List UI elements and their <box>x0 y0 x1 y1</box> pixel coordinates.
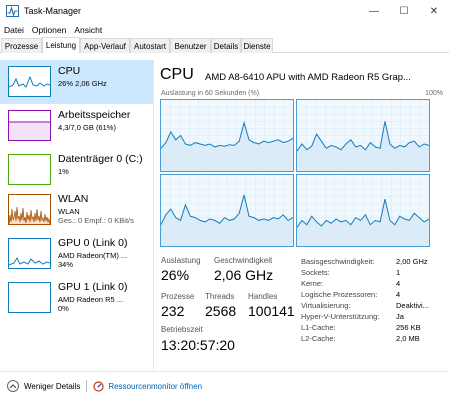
cpu-detail-pane: CPU AMD A8-6410 APU with AMD Radeon R5 G… <box>155 60 449 370</box>
sidebar-item-detail: 0% <box>58 304 69 313</box>
uptime-value: 13:20:57:20 <box>161 337 235 353</box>
speed-label: Geschwindigkeit <box>214 256 273 265</box>
tab-details[interactable]: Details <box>211 38 241 53</box>
cpu-model-name: AMD A8-6410 APU with AMD Radeon R5 Grap.… <box>205 72 411 83</box>
tab-performance[interactable]: Leistung <box>42 37 80 53</box>
info-value: 256 KB <box>396 323 421 332</box>
sidebar-item-disk[interactable]: Datenträger 0 (C:) 1% <box>0 148 153 192</box>
sidebar-item-gpu0[interactable]: GPU 0 (Link 0) AMD Radeon(TM) ... 34% <box>0 232 153 276</box>
processes-value: 232 <box>161 303 185 319</box>
page-title: CPU <box>160 66 194 83</box>
core-graph-2-svg <box>297 100 429 171</box>
graph-max-label: 100% <box>425 90 443 97</box>
core-graph-3-svg <box>161 175 293 246</box>
resource-monitor-label: Ressourcenmonitor öffnen <box>108 381 203 391</box>
info-label: Virtualisierung: <box>301 301 351 310</box>
sidebar-item-detail: 26% 2,06 GHz <box>58 79 107 88</box>
core-graph-3 <box>160 174 294 247</box>
info-value: 2,00 GHz <box>396 257 428 266</box>
memory-thumbnail <box>8 110 51 141</box>
footer-divider <box>86 380 88 392</box>
sidebar-item-label: WLAN <box>58 193 89 205</box>
sidebar-item-label: Arbeitsspeicher <box>58 109 131 121</box>
info-value: 1 <box>396 268 401 277</box>
sidebar-item-detail: 4,3/7,0 GB (61%) <box>58 123 116 132</box>
info-value: Ja <box>396 312 404 321</box>
handles-value: 100141 <box>248 303 295 319</box>
processes-label: Prozesse <box>161 292 195 301</box>
sidebar-item-gpu1[interactable]: GPU 1 (Link 0) AMD Radeon R5 ... 0% <box>0 276 153 320</box>
info-value: 2,0 MB <box>396 334 420 343</box>
footer-bar: Weniger Details Ressourcenmonitor öffnen <box>0 371 449 400</box>
menu-view[interactable]: Ansicht <box>70 25 106 35</box>
tab-users[interactable]: Benutzer <box>170 38 211 53</box>
tab-startup[interactable]: Autostart <box>130 38 170 53</box>
menu-options[interactable]: Optionen <box>28 25 71 35</box>
info-label: L2-Cache: <box>301 334 336 343</box>
sidebar-item-cpu[interactable]: CPU 26% 2,06 GHz <box>0 60 153 104</box>
sidebar-item-detail: 34% <box>58 260 74 269</box>
threads-value: 2568 <box>205 303 237 319</box>
tab-processes[interactable]: Prozesse <box>1 38 42 53</box>
disk-thumbnail <box>8 154 51 185</box>
gpu0-thumbnail <box>8 238 51 269</box>
info-label: L1-Cache: <box>301 323 336 332</box>
uptime-label: Betriebszeit <box>161 325 203 334</box>
cpu-thumbnail <box>8 66 51 97</box>
handles-label: Handles <box>248 292 278 301</box>
wlan-thumbnail <box>8 194 51 225</box>
core-graph-4-svg <box>297 175 429 246</box>
chevron-up-icon <box>7 380 19 392</box>
menu-bar: Datei Optionen Ansicht <box>0 22 449 37</box>
fewer-details-button[interactable]: Weniger Details <box>7 380 80 392</box>
maximize-button[interactable]: ☐ <box>389 0 419 22</box>
core-graph-1 <box>160 99 294 172</box>
menu-file[interactable]: Datei <box>0 25 28 35</box>
tab-app-history[interactable]: App-Verlauf <box>80 38 130 53</box>
utilization-value: 26% <box>161 267 190 283</box>
info-label: Basisgeschwindigkeit: <box>301 257 375 266</box>
sidebar-item-label: Datenträger 0 (C:) <box>58 153 143 165</box>
tab-bar: Prozesse Leistung App-Verlauf Autostart … <box>0 37 449 53</box>
minimize-button[interactable]: — <box>359 0 389 22</box>
sidebar-item-wlan[interactable]: WLAN WLAN Ges.: 0 Empf.: 0 KBit/s <box>0 188 153 232</box>
info-value: 4 <box>396 279 401 288</box>
sidebar-item-detail: WLAN <box>58 207 80 216</box>
speed-value: 2,06 GHz <box>214 267 274 283</box>
resource-monitor-link[interactable]: Ressourcenmonitor öffnen <box>93 380 203 392</box>
task-manager-icon <box>5 4 19 18</box>
sidebar-item-detail: AMD Radeon R5 ... <box>58 295 124 304</box>
info-label: Hyper-V-Unterstützung: <box>301 312 380 321</box>
title-bar: Task-Manager — ☐ ✕ <box>0 0 449 22</box>
utilization-label: Auslastung <box>161 256 201 265</box>
fewer-details-label: Weniger Details <box>24 381 81 391</box>
core-graph-1-svg <box>161 100 293 171</box>
core-graph-4 <box>296 174 430 247</box>
core-graph-2 <box>296 99 430 172</box>
sidebar-item-label: GPU 1 (Link 0) <box>58 281 128 293</box>
sidebar-item-detail: Ges.: 0 Empf.: 0 KBit/s <box>58 216 134 225</box>
resource-monitor-icon <box>93 380 104 392</box>
sidebar-item-label: GPU 0 (Link 0) <box>58 237 128 249</box>
graph-caption: Auslastung in 60 Sekunden (%) <box>161 90 260 97</box>
gpu1-thumbnail <box>8 282 51 313</box>
performance-sidebar: CPU 26% 2,06 GHz Arbeitsspeicher 4,3/7,0… <box>0 60 154 370</box>
info-label: Sockets: <box>301 268 330 277</box>
cpu-core-graphs <box>160 99 430 247</box>
sidebar-item-detail: 1% <box>58 167 69 176</box>
info-label: Kerne: <box>301 279 324 288</box>
sidebar-item-detail: AMD Radeon(TM) ... <box>58 251 128 260</box>
info-value: 4 <box>396 290 401 299</box>
sidebar-item-memory[interactable]: Arbeitsspeicher 4,3/7,0 GB (61%) <box>0 104 153 148</box>
info-label: Logische Prozessoren: <box>301 290 378 299</box>
threads-label: Threads <box>205 292 235 301</box>
close-button[interactable]: ✕ <box>419 0 449 22</box>
tab-services[interactable]: Dienste <box>241 38 273 53</box>
sidebar-item-label: CPU <box>58 65 81 77</box>
info-value: Deaktivi... <box>396 301 429 310</box>
window-title: Task-Manager <box>24 6 82 16</box>
